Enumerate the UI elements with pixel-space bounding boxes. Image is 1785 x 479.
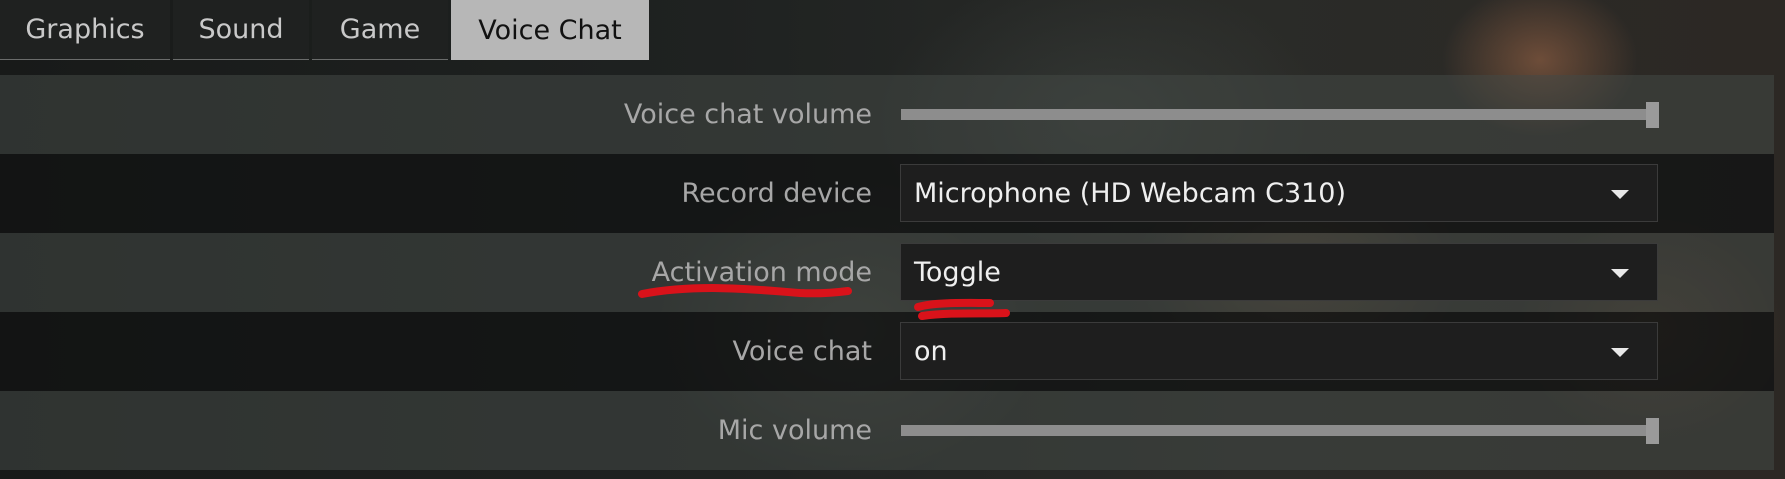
activation-mode-label: Activation mode [651, 257, 872, 288]
mic-volume-slider-handle[interactable] [1646, 418, 1659, 444]
tab-label: Voice Chat [478, 14, 622, 46]
tab-voice-chat[interactable]: Voice Chat [451, 0, 649, 60]
setting-row-voice-chat: Voice chat on [0, 312, 1774, 391]
settings-tabs: Graphics Sound Game Voice Chat [0, 0, 652, 61]
activation-mode-value: Toggle [914, 256, 1001, 288]
activation-mode-dropdown[interactable]: Toggle [900, 243, 1658, 301]
voice-chat-label: Voice chat [732, 336, 872, 367]
record-device-label: Record device [681, 178, 872, 209]
mic-volume-label: Mic volume [717, 415, 872, 446]
setting-row-mic-volume: Mic volume [0, 391, 1774, 470]
tab-label: Sound [198, 14, 284, 45]
chevron-down-icon [1611, 348, 1629, 357]
record-device-value: Microphone (HD Webcam C310) [914, 177, 1347, 209]
tab-label: Graphics [25, 14, 145, 45]
voice-chat-volume-slider[interactable] [901, 102, 1659, 128]
voice-chat-volume-slider-handle[interactable] [1646, 102, 1659, 128]
chevron-down-icon [1611, 190, 1629, 199]
setting-row-record-device: Record device Microphone (HD Webcam C310… [0, 154, 1774, 233]
record-device-dropdown[interactable]: Microphone (HD Webcam C310) [900, 164, 1658, 222]
voice-chat-volume-label: Voice chat volume [623, 99, 872, 130]
setting-row-voice-chat-volume: Voice chat volume [0, 75, 1774, 154]
tab-game[interactable]: Game [312, 0, 448, 60]
voice-chat-dropdown[interactable]: on [900, 322, 1658, 380]
setting-row-activation-mode: Activation mode Toggle [0, 233, 1774, 312]
mic-volume-slider[interactable] [901, 418, 1659, 444]
voice-chat-value: on [914, 335, 948, 367]
tab-sound[interactable]: Sound [173, 0, 309, 60]
tab-graphics[interactable]: Graphics [0, 0, 170, 60]
tab-label: Game [339, 14, 421, 45]
chevron-down-icon [1611, 269, 1629, 278]
